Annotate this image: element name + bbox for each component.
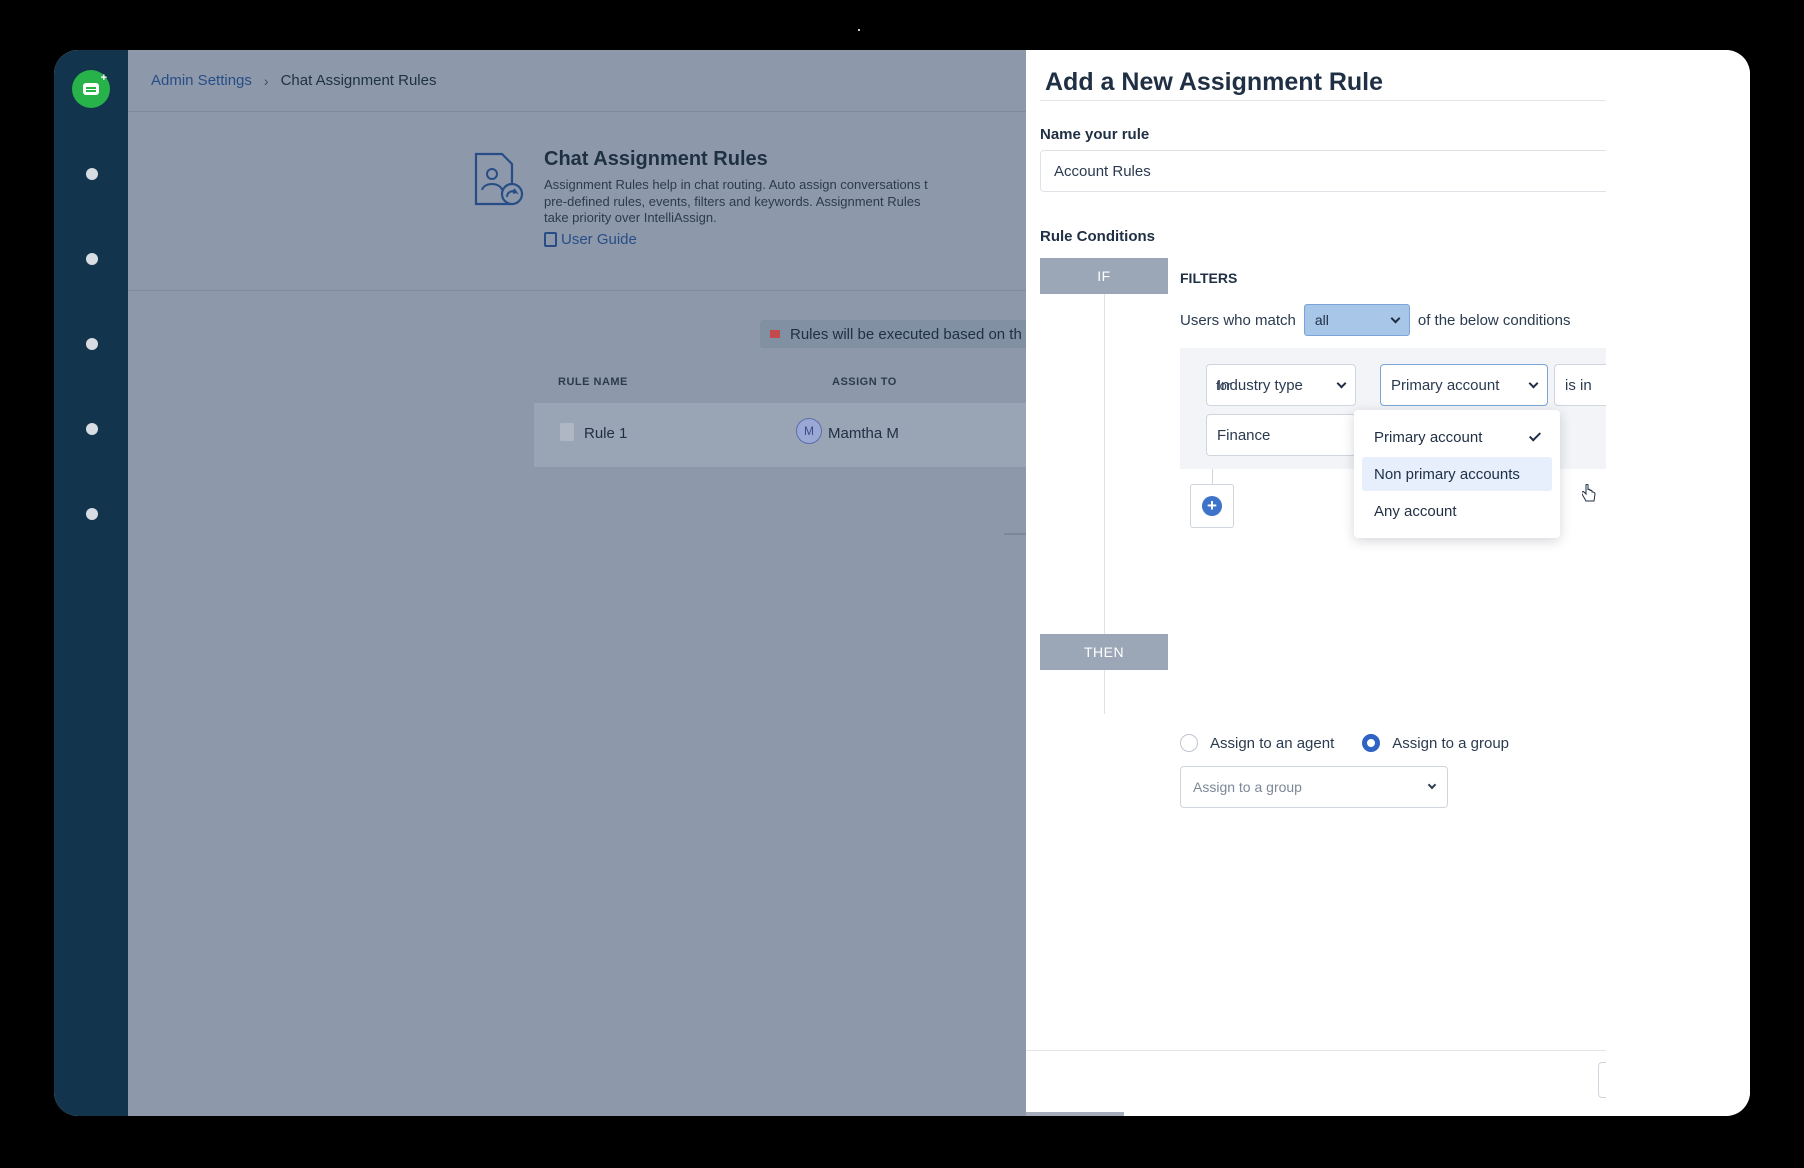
- title-divider: [1040, 100, 1606, 101]
- assign-options: Assign to an agent Assign to a group: [1180, 734, 1509, 752]
- scope-select[interactable]: Primary account: [1380, 364, 1548, 406]
- table-row[interactable]: Rule 1 M Mamtha M: [534, 403, 1080, 467]
- value-input[interactable]: Finance: [1206, 414, 1356, 456]
- assign-group-radio[interactable]: [1362, 734, 1381, 752]
- scope-select-value: Primary account: [1391, 376, 1500, 394]
- sidebar-item-3[interactable]: [86, 338, 98, 350]
- scope-dropdown-menu: Primary account Non primary accounts Any…: [1354, 410, 1560, 538]
- scope-option-any[interactable]: Any account: [1362, 494, 1552, 528]
- assign-agent-label[interactable]: Assign to an agent: [1210, 735, 1334, 752]
- match-row: Users who match all of the below conditi…: [1180, 304, 1570, 336]
- hand-cursor-icon: [1582, 484, 1596, 502]
- rules-document-icon: [474, 152, 524, 206]
- add-rule-panel: Add a New Assignment Rule Name your rule…: [1026, 50, 1750, 1116]
- chevron-down-icon: [1336, 378, 1347, 388]
- for-label: for: [1216, 378, 1232, 393]
- sidebar: +: [54, 50, 128, 1116]
- sidebar-item-5[interactable]: [86, 508, 98, 520]
- assignee-name: Mamtha M: [828, 425, 899, 442]
- column-header-rule-name: RULE NAME: [558, 376, 628, 388]
- avatar: M: [796, 418, 822, 444]
- footer-divider: [1026, 1050, 1606, 1051]
- if-step: IF: [1040, 258, 1168, 294]
- intro-section: Chat Assignment Rules Assignment Rules h…: [474, 148, 1074, 248]
- group-select[interactable]: Assign to a group: [1180, 766, 1448, 808]
- section-divider: [128, 290, 1080, 291]
- assign-group-label[interactable]: Assign to a group: [1392, 735, 1509, 752]
- sidebar-item-4[interactable]: [86, 423, 98, 435]
- chevron-down-icon: [1528, 378, 1539, 388]
- rule-name-label: Name your rule: [1040, 126, 1150, 143]
- value-input-text: Finance: [1217, 426, 1271, 444]
- main-content-overlay: Admin Settings › Chat Assignment Rules C…: [128, 50, 1080, 1116]
- panel-title: Add a New Assignment Rule: [1045, 68, 1384, 96]
- tree-connector: [1212, 469, 1213, 485]
- intro-description-3: take priority over IntelliAssign.: [544, 210, 717, 225]
- chevron-down-icon: [1427, 780, 1437, 790]
- page-title: Chat Assignment Rules: [544, 148, 768, 170]
- sidebar-item-1[interactable]: [86, 168, 98, 180]
- horizontal-scrollbar[interactable]: [1026, 1112, 1124, 1116]
- sidebar-item-2[interactable]: [86, 253, 98, 265]
- checkmark-icon: [1528, 428, 1542, 442]
- breadcrumb-current: Chat Assignment Rules: [280, 72, 437, 89]
- breadcrumb: Admin Settings › Chat Assignment Rules: [128, 50, 1080, 112]
- option-label: Primary account: [1374, 428, 1483, 446]
- scope-option-non-primary[interactable]: Non primary accounts: [1362, 457, 1552, 491]
- column-header-assign-to: ASSIGN TO: [832, 376, 897, 388]
- user-guide-label: User Guide: [561, 230, 637, 248]
- notice-text: Rules will be executed based on th: [790, 325, 1022, 343]
- assign-agent-radio[interactable]: [1180, 734, 1198, 752]
- app-logo-icon[interactable]: +: [72, 70, 110, 108]
- footer-button[interactable]: [1598, 1062, 1606, 1098]
- option-label: Any account: [1374, 502, 1457, 520]
- flag-icon: [770, 330, 780, 338]
- app-window: + Admin Settings › Chat Assignment Rules…: [54, 50, 1750, 1116]
- document-icon: [560, 423, 574, 441]
- scope-option-primary[interactable]: Primary account: [1362, 420, 1552, 454]
- intro-description-2: pre-defined rules, events, filters and k…: [544, 193, 921, 209]
- operator-select[interactable]: is in: [1554, 364, 1606, 406]
- then-step: THEN: [1040, 634, 1168, 670]
- plus-icon: +: [1202, 496, 1222, 516]
- rule-conditions-label: Rule Conditions: [1040, 228, 1155, 245]
- intro-description-1: Assignment Rules help in chat routing. A…: [544, 177, 928, 192]
- match-prefix: Users who match: [1180, 311, 1296, 329]
- chevron-right-icon: ›: [263, 72, 269, 89]
- rule-name: Rule 1: [584, 425, 628, 442]
- book-icon: [544, 231, 557, 247]
- breadcrumb-admin-settings[interactable]: Admin Settings: [151, 72, 252, 89]
- filters-title: FILTERS: [1180, 270, 1238, 286]
- group-select-placeholder: Assign to a group: [1193, 779, 1302, 795]
- chevron-down-icon: [1390, 313, 1401, 323]
- top-dot: [858, 29, 860, 31]
- match-suffix: of the below conditions: [1417, 311, 1571, 329]
- match-type-select[interactable]: all: [1303, 304, 1410, 336]
- add-condition-button[interactable]: +: [1190, 484, 1234, 528]
- rule-name-input[interactable]: Account Rules: [1040, 150, 1606, 192]
- match-type-value: all: [1314, 312, 1329, 328]
- user-guide-link[interactable]: User Guide: [544, 231, 1074, 248]
- operator-select-value: is in: [1565, 376, 1592, 394]
- option-label: Non primary accounts: [1374, 465, 1520, 483]
